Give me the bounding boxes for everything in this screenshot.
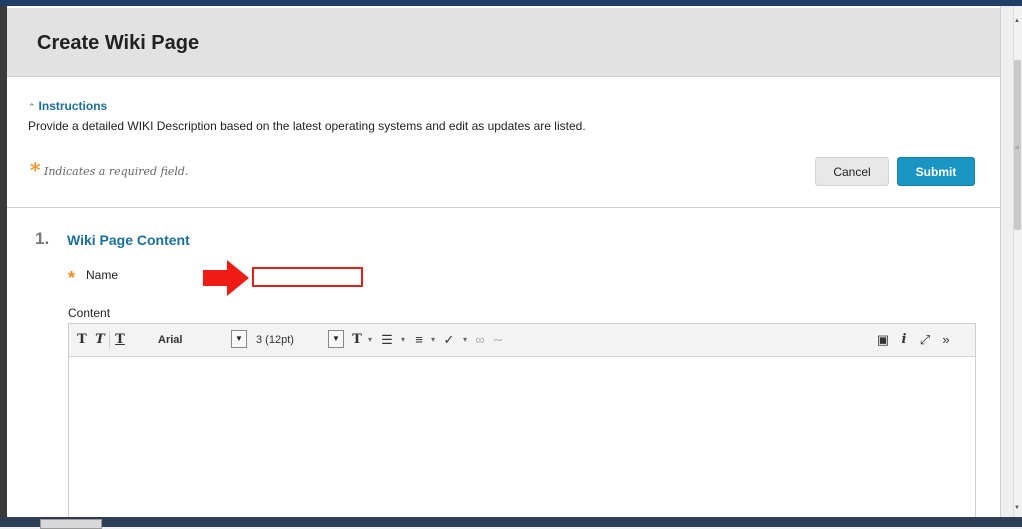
numbered-list-icon[interactable]: ≡ bbox=[411, 330, 427, 350]
scroll-up-arrow-icon[interactable]: ▲ bbox=[1014, 18, 1020, 24]
taskbar-tab[interactable] bbox=[40, 519, 102, 529]
name-input[interactable] bbox=[252, 267, 363, 287]
insert-link-icon[interactable]: ∞ bbox=[473, 330, 487, 350]
chevron-down-icon[interactable]: ▾ bbox=[429, 330, 437, 350]
panel-header: Create Wiki Page bbox=[7, 8, 1000, 77]
collapse-chevron-icon: ⌃ bbox=[28, 102, 36, 112]
section-title: Wiki Page Content bbox=[67, 232, 190, 248]
cancel-button[interactable]: Cancel bbox=[815, 157, 889, 186]
more-tools-icon[interactable]: » bbox=[938, 330, 954, 350]
content-label: Content bbox=[68, 306, 111, 320]
instructions-text: Provide a detailed WIKI Description base… bbox=[28, 119, 586, 133]
section-number: 1. bbox=[35, 229, 50, 248]
background-edge bbox=[0, 6, 7, 527]
toolbar-separator bbox=[109, 331, 110, 349]
chevron-down-icon[interactable]: ▾ bbox=[399, 330, 407, 350]
font-family-dropdown-icon[interactable]: ▼ bbox=[231, 330, 247, 348]
page-title: Create Wiki Page bbox=[37, 32, 200, 54]
font-size-select[interactable]: 3 (12pt) bbox=[256, 330, 316, 350]
bullet-list-icon[interactable]: ☰ bbox=[379, 330, 395, 350]
required-field-note: * Indicates a required field. bbox=[30, 158, 189, 182]
red-arrow-icon bbox=[203, 260, 249, 296]
chevron-down-icon[interactable]: ▾ bbox=[461, 330, 469, 350]
content-editor: T T T Arial ▼ 3 (12pt) ▼ T ▾ ☰ ▾ ≡ ▾ ✓ ▾… bbox=[68, 323, 976, 523]
instructions-toggle[interactable]: ⌃ Instructions bbox=[28, 99, 107, 113]
text-underline-icon[interactable]: T bbox=[113, 330, 127, 350]
chevron-down-icon[interactable]: ▾ bbox=[366, 330, 374, 350]
fullscreen-icon[interactable]: ⤢ bbox=[917, 330, 933, 350]
required-asterisk-icon: * bbox=[30, 158, 41, 182]
section-divider bbox=[7, 207, 1000, 208]
spellcheck-icon[interactable]: ✓ bbox=[441, 330, 457, 350]
preview-icon[interactable]: ▣ bbox=[875, 330, 891, 350]
taskbar-strip bbox=[0, 517, 1022, 529]
text-bold-icon[interactable]: T bbox=[75, 330, 89, 350]
info-icon[interactable]: i bbox=[897, 330, 911, 350]
font-color-icon[interactable]: T bbox=[350, 330, 364, 350]
content-text-area[interactable] bbox=[69, 357, 975, 522]
name-label: Name bbox=[86, 268, 119, 282]
instructions-label: Instructions bbox=[38, 99, 108, 113]
unlink-icon[interactable]: ∼ bbox=[491, 330, 505, 350]
text-italic-icon[interactable]: T bbox=[93, 330, 107, 350]
scroll-grip-icon: ≡ bbox=[1015, 145, 1020, 152]
editor-toolbar: T T T Arial ▼ 3 (12pt) ▼ T ▾ ☰ ▾ ≡ ▾ ✓ ▾… bbox=[69, 324, 975, 357]
required-asterisk-icon: * bbox=[68, 268, 76, 288]
required-note-text: Indicates a required field. bbox=[44, 165, 189, 178]
font-size-dropdown-icon[interactable]: ▼ bbox=[328, 330, 344, 348]
submit-button[interactable]: Submit bbox=[897, 157, 975, 186]
scroll-down-arrow-icon[interactable]: ▼ bbox=[1014, 505, 1020, 511]
font-family-select[interactable]: Arial bbox=[158, 330, 216, 350]
